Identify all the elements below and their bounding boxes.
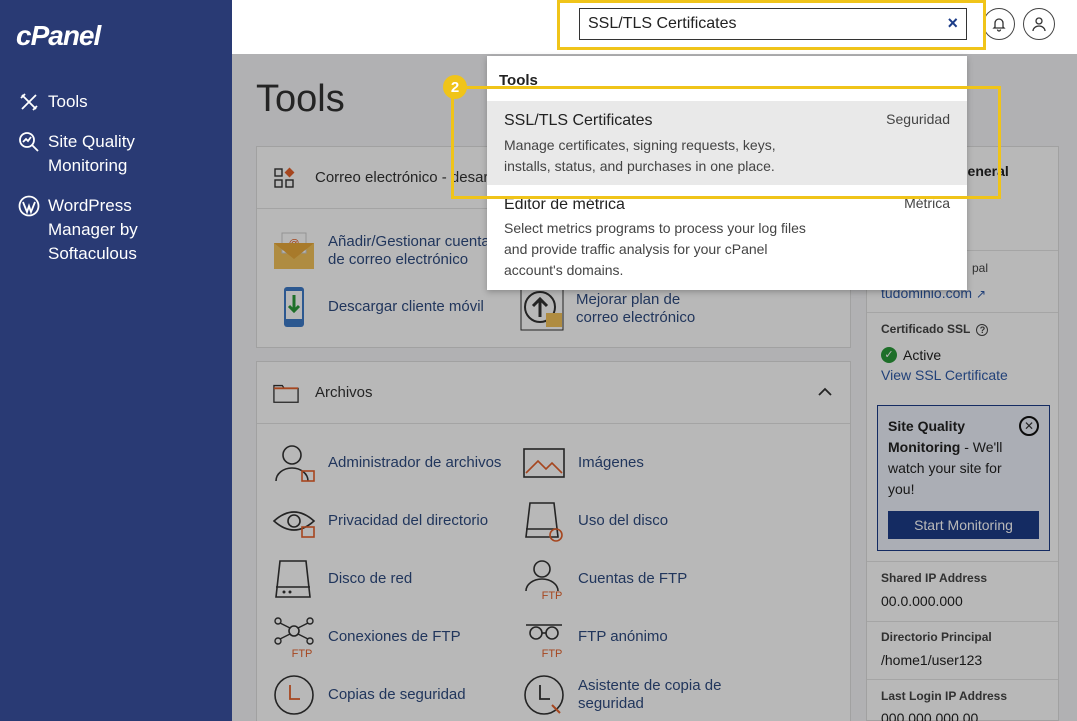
search-highlight <box>557 0 986 50</box>
step-badge: 2 <box>443 75 467 99</box>
search-chart-icon <box>16 130 42 154</box>
user-icon <box>1032 17 1046 32</box>
sidebar-item-tools[interactable]: Tools <box>16 90 88 114</box>
result-metrics-editor[interactable]: Editor de métrica Select metrics program… <box>487 186 967 286</box>
sidebar-item-site-quality[interactable]: Site Quality Monitoring <box>16 130 168 178</box>
sidebar: cPanel Tools Site Quality Monitoring Wor… <box>0 0 232 721</box>
result-description: Select metrics programs to process your … <box>504 220 806 278</box>
sidebar-item-label: Tools <box>48 92 88 111</box>
wordpress-icon <box>16 194 42 218</box>
sidebar-item-label: Site Quality Monitoring <box>48 132 135 175</box>
bell-icon <box>992 18 1006 32</box>
result-highlight <box>451 86 1001 199</box>
notifications-button[interactable] <box>983 8 1015 40</box>
cpanel-logo[interactable]: cPanel <box>16 20 101 52</box>
sidebar-item-wordpress[interactable]: WordPress Manager by Softaculous <box>16 194 198 266</box>
tools-icon <box>16 90 42 114</box>
user-menu-button[interactable] <box>1023 8 1055 40</box>
sidebar-item-label: WordPress Manager by Softaculous <box>48 196 138 263</box>
